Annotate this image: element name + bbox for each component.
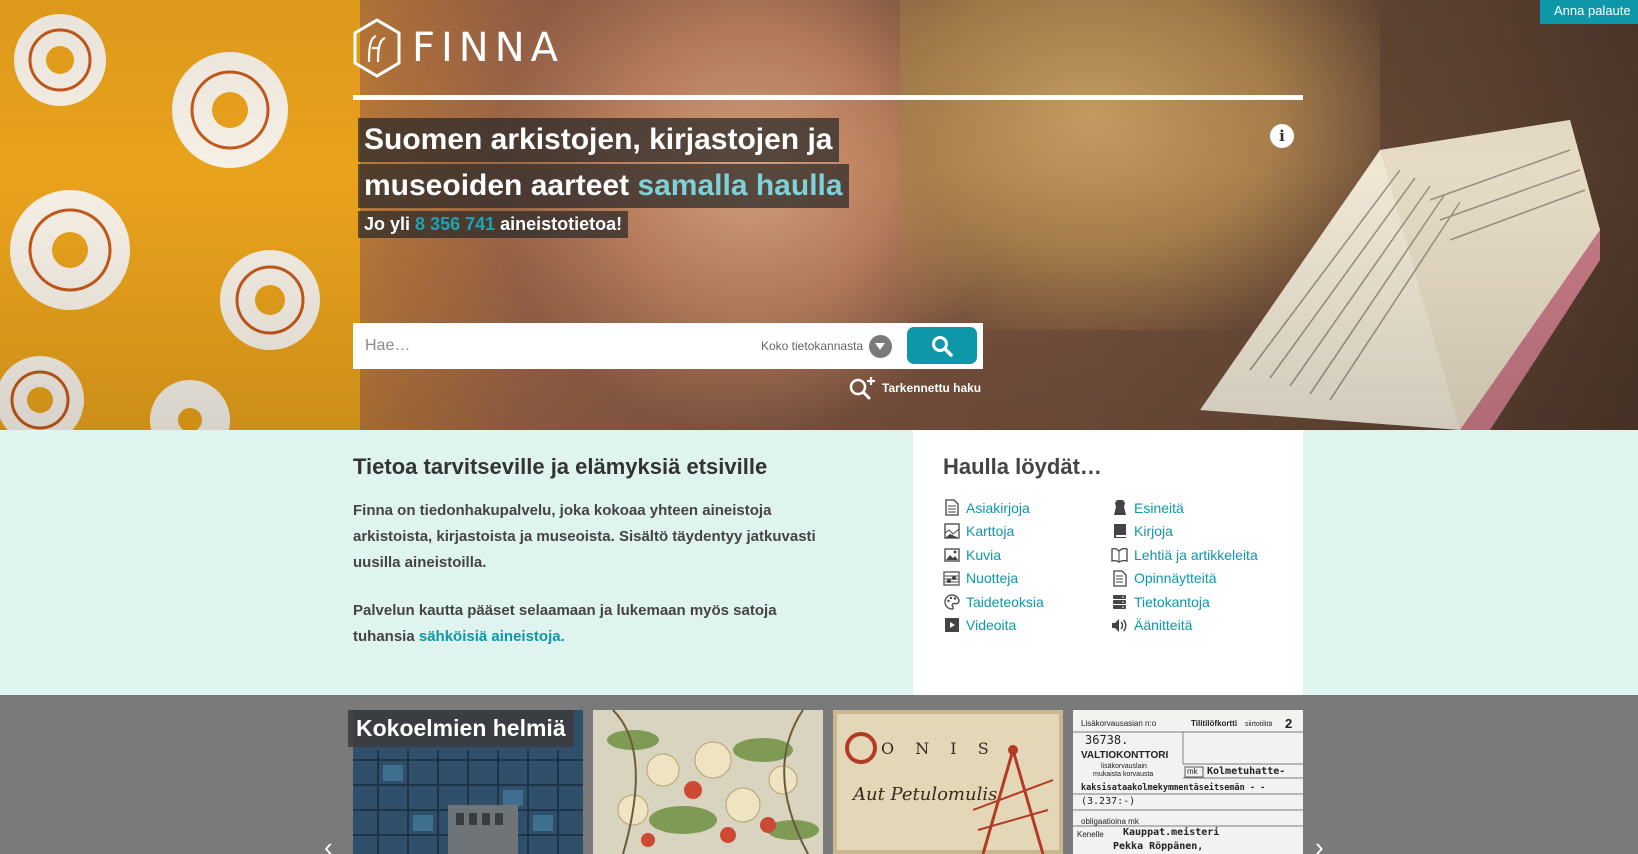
sound-icon [1111,617,1128,634]
search-button[interactable] [907,327,977,364]
carousel-item[interactable]: Lisäkorvausasian n:o Tilitilöfkortti sii… [1073,710,1303,854]
search-scope-label: Koko tietokannasta [761,339,864,353]
hero-headline-line-1: Suomen arkistojen, kirjastojen ja [358,118,839,162]
find-item-esineita[interactable]: Esineitä [1111,498,1291,517]
card-amount-words: Kolmetuhatte- [1207,766,1285,777]
intro-block: Tietoa tarvitseville ja elämyksiä etsivi… [353,454,833,672]
feedback-button[interactable]: Anna palaute [1540,0,1638,24]
find-item-label: Opinnäytteitä [1134,570,1217,586]
advanced-search-label: Tarkennettu haku [882,381,982,395]
chevron-down-icon [869,334,893,358]
card-amount-line: kaksisataakolmekymmentäseitsemän - - [1081,782,1265,793]
find-item-kirjoja[interactable]: Kirjoja [1111,522,1291,541]
database-icon [1111,593,1128,610]
card-header-sub: siirtotilitä [1245,721,1272,728]
record-count-number: 8 356 741 [415,214,496,234]
intro-title: Tietoa tarvitseville ja elämyksiä etsivi… [353,454,768,479]
find-item-label: Taideteoksia [966,593,1044,610]
advanced-search-link[interactable]: Tarkennettu haku [848,375,981,401]
thesis-icon [1111,569,1128,587]
card-recipient-2: Pekka Röppänen, [1113,841,1203,852]
manuscript-caps: O N I S [881,739,997,758]
intro-paragraph-2: Palvelun kautta pääset selaamaan ja luke… [353,598,833,650]
carousel-prev-button[interactable]: ‹ [324,832,333,854]
find-item-label: Lehtiä ja artikkeleita [1134,546,1258,563]
book-icon [1111,523,1128,540]
card-office: VALTIOKONTTORI [1081,750,1168,761]
hero-divider [353,95,1303,100]
find-item-label: Kuvia [966,546,1002,563]
find-item-videoita[interactable]: Videoita [943,616,1111,635]
object-icon [1111,499,1128,516]
manuscript-script: Aut Petulomulis [851,784,997,805]
video-icon [943,617,960,634]
tile-image-manuscript: O N I S Aut Petulomulis [833,710,1063,854]
record-count: Jo yli 8 356 741 aineistotietoa! [358,211,629,238]
carousel-item[interactable]: O N I S Aut Petulomulis [833,710,1063,854]
search-scope-dropdown[interactable]: Koko tietokannasta [761,323,893,369]
find-item-label: Tietokantoja [1134,593,1210,610]
card-obligations: obligaatioina mk [1081,817,1140,826]
image-icon [943,546,960,563]
find-item-label: Videoita [966,617,1017,633]
finds-list: Asiakirjoja Esineitä Karttoja Kirjoja Ku… [943,498,1303,635]
finna-logo-icon [353,18,401,78]
intro-paragraph-1: Finna on tiedonhakupalvelu, joka kokoaa … [353,502,816,571]
card-desc-2: mukaista korvausta [1093,771,1153,778]
hero-headline-line-2: museoiden aarteet samalla haulla [358,164,849,208]
find-item-karttoja[interactable]: Karttoja [943,522,1111,541]
document-icon [943,499,960,516]
intro-paragraph-2-end: . [560,628,565,645]
hero-headline-accent: samalla haulla [637,169,843,202]
info-icon[interactable]: i [1270,124,1294,148]
journal-icon [1111,546,1128,563]
record-count-suffix: aineistotietoa! [500,214,623,234]
find-item-kuvia[interactable]: Kuvia [943,545,1111,564]
sheet-music-icon [943,570,960,587]
find-item-label: Esineitä [1134,499,1184,516]
intro-paragraph-2-text: Palvelun kautta pääset selaamaan ja luke… [353,602,777,645]
search-input[interactable] [353,323,733,369]
card-header-mid: Tilitilöfkortti [1191,719,1237,728]
finna-logo[interactable]: FINNA [352,18,564,78]
finds-title: Haulla löydät… [943,454,1102,479]
find-item-aanitteita[interactable]: Äänitteitä [1111,616,1291,635]
advanced-search-icon [849,377,875,400]
brand-name: FINNA [412,25,565,71]
finds-panel: Haulla löydät… Asiakirjoja Esineitä Kart… [913,430,1303,695]
tile-image-still-life [593,710,823,854]
card-case-number: 36738. [1085,733,1128,747]
card-desc-1: lisäkorvauslain [1101,763,1147,770]
find-item-label: Asiakirjoja [966,499,1030,516]
find-item-label: Äänitteitä [1134,617,1193,633]
card-recipient-label: Kenelle [1077,830,1104,839]
find-item-nuotteja[interactable]: Nuotteja [943,569,1111,588]
map-icon [943,523,960,540]
hero-headline-text: museoiden aarteet [364,169,630,202]
find-item-tietokantoja[interactable]: Tietokantoja [1111,592,1291,611]
carousel-item[interactable] [593,710,823,854]
find-item-asiakirjoja[interactable]: Asiakirjoja [943,498,1111,517]
find-item-label: Kirjoja [1134,523,1173,539]
palette-icon [943,593,960,610]
record-count-prefix: Jo yli [364,214,411,234]
find-item-label: Karttoja [966,523,1015,539]
card-recipient-1: Kauppat.meisteri [1123,826,1219,838]
find-item-lehtia[interactable]: Lehtiä ja artikkeleita [1111,545,1291,564]
carousel-next-button[interactable]: › [1315,832,1324,854]
card-mk: mk [1187,767,1199,776]
search-bar: Koko tietokannasta [353,323,983,369]
search-icon [932,336,953,357]
tile-image-ledger-card: Lisäkorvausasian n:o Tilitilöfkortti sii… [1073,710,1303,854]
carousel-title: Kokoelmien helmiä [348,710,574,747]
find-item-opinnaytteita[interactable]: Opinnäytteitä [1111,569,1291,588]
card-header-number: 2 [1285,716,1292,731]
card-header-left: Lisäkorvausasian n:o [1081,719,1157,728]
find-item-taideteoksia[interactable]: Taideteoksia [943,592,1111,611]
find-item-label: Nuotteja [966,570,1019,586]
e-resources-link[interactable]: sähköisiä aineistoja [419,628,561,645]
card-amount-number: (3.237:-) [1081,796,1135,807]
